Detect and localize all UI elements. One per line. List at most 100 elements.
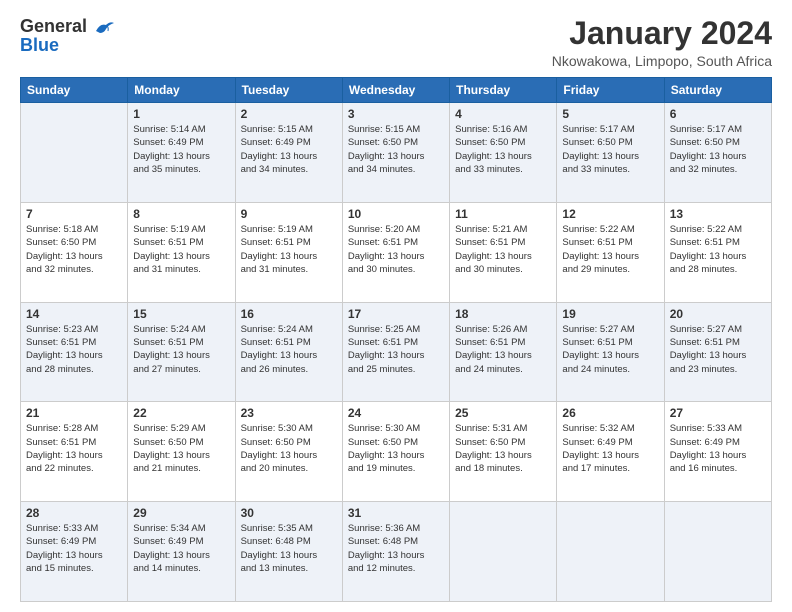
- day-info: Sunrise: 5:29 AM Sunset: 6:50 PM Dayligh…: [133, 422, 229, 475]
- day-info: Sunrise: 5:26 AM Sunset: 6:51 PM Dayligh…: [455, 323, 551, 376]
- day-info: Sunrise: 5:33 AM Sunset: 6:49 PM Dayligh…: [26, 522, 122, 575]
- day-number: 12: [562, 207, 658, 221]
- day-info: Sunrise: 5:25 AM Sunset: 6:51 PM Dayligh…: [348, 323, 444, 376]
- day-info: Sunrise: 5:32 AM Sunset: 6:49 PM Dayligh…: [562, 422, 658, 475]
- day-number: 6: [670, 107, 766, 121]
- table-row: 13 Sunrise: 5:22 AM Sunset: 6:51 PM Dayli…: [664, 202, 771, 302]
- table-row: 18 Sunrise: 5:26 AM Sunset: 6:51 PM Dayli…: [450, 302, 557, 402]
- day-number: 27: [670, 406, 766, 420]
- day-number: 30: [241, 506, 337, 520]
- table-row: 15 Sunrise: 5:24 AM Sunset: 6:51 PM Dayli…: [128, 302, 235, 402]
- day-info: Sunrise: 5:34 AM Sunset: 6:49 PM Dayligh…: [133, 522, 229, 575]
- day-number: 8: [133, 207, 229, 221]
- logo-general: General: [20, 16, 87, 36]
- header-tuesday: Tuesday: [235, 78, 342, 103]
- table-row: 26 Sunrise: 5:32 AM Sunset: 6:49 PM Dayli…: [557, 402, 664, 502]
- day-number: 13: [670, 207, 766, 221]
- page: General Blue January 2024 Nkowakowa, Lim…: [0, 0, 792, 612]
- day-number: 11: [455, 207, 551, 221]
- calendar-week-row: 1Sunrise: 5:14 AM Sunset: 6:49 PM Daylig…: [21, 103, 772, 203]
- day-info: Sunrise: 5:30 AM Sunset: 6:50 PM Dayligh…: [241, 422, 337, 475]
- day-number: 29: [133, 506, 229, 520]
- header-thursday: Thursday: [450, 78, 557, 103]
- day-info: Sunrise: 5:15 AM Sunset: 6:49 PM Dayligh…: [241, 123, 337, 176]
- header: General Blue January 2024 Nkowakowa, Lim…: [20, 16, 772, 69]
- title-block: January 2024 Nkowakowa, Limpopo, South A…: [552, 16, 772, 69]
- calendar-week-row: 7 Sunrise: 5:18 AM Sunset: 6:50 PM Daylig…: [21, 202, 772, 302]
- header-monday: Monday: [128, 78, 235, 103]
- table-row: [557, 502, 664, 602]
- day-number: 25: [455, 406, 551, 420]
- table-row: 22Sunrise: 5:29 AM Sunset: 6:50 PM Dayli…: [128, 402, 235, 502]
- day-info: Sunrise: 5:24 AM Sunset: 6:51 PM Dayligh…: [133, 323, 229, 376]
- table-row: 2Sunrise: 5:15 AM Sunset: 6:49 PM Daylig…: [235, 103, 342, 203]
- day-info: Sunrise: 5:23 AM Sunset: 6:51 PM Dayligh…: [26, 323, 122, 376]
- day-info: Sunrise: 5:17 AM Sunset: 6:50 PM Dayligh…: [670, 123, 766, 176]
- day-number: 31: [348, 506, 444, 520]
- day-info: Sunrise: 5:35 AM Sunset: 6:48 PM Dayligh…: [241, 522, 337, 575]
- day-info: Sunrise: 5:18 AM Sunset: 6:50 PM Dayligh…: [26, 223, 122, 276]
- table-row: 16Sunrise: 5:24 AM Sunset: 6:51 PM Dayli…: [235, 302, 342, 402]
- table-row: 10Sunrise: 5:20 AM Sunset: 6:51 PM Dayli…: [342, 202, 449, 302]
- day-number: 1: [133, 107, 229, 121]
- logo-bird-icon: [94, 19, 114, 37]
- table-row: 28Sunrise: 5:33 AM Sunset: 6:49 PM Dayli…: [21, 502, 128, 602]
- table-row: 8 Sunrise: 5:19 AM Sunset: 6:51 PM Daylig…: [128, 202, 235, 302]
- day-number: 15: [133, 307, 229, 321]
- day-number: 18: [455, 307, 551, 321]
- day-number: 23: [241, 406, 337, 420]
- table-row: 29 Sunrise: 5:34 AM Sunset: 6:49 PM Dayli…: [128, 502, 235, 602]
- header-wednesday: Wednesday: [342, 78, 449, 103]
- day-number: 17: [348, 307, 444, 321]
- table-row: 3 Sunrise: 5:15 AM Sunset: 6:50 PM Daylig…: [342, 103, 449, 203]
- table-row: 23 Sunrise: 5:30 AM Sunset: 6:50 PM Dayli…: [235, 402, 342, 502]
- table-row: 25 Sunrise: 5:31 AM Sunset: 6:50 PM Dayli…: [450, 402, 557, 502]
- day-number: 21: [26, 406, 122, 420]
- day-info: Sunrise: 5:27 AM Sunset: 6:51 PM Dayligh…: [670, 323, 766, 376]
- calendar-week-row: 21 Sunrise: 5:28 AM Sunset: 6:51 PM Dayli…: [21, 402, 772, 502]
- day-info: Sunrise: 5:33 AM Sunset: 6:49 PM Dayligh…: [670, 422, 766, 475]
- table-row: 24Sunrise: 5:30 AM Sunset: 6:50 PM Dayli…: [342, 402, 449, 502]
- table-row: [450, 502, 557, 602]
- table-row: 9Sunrise: 5:19 AM Sunset: 6:51 PM Daylig…: [235, 202, 342, 302]
- day-info: Sunrise: 5:15 AM Sunset: 6:50 PM Dayligh…: [348, 123, 444, 176]
- header-sunday: Sunday: [21, 78, 128, 103]
- table-row: 30 Sunrise: 5:35 AM Sunset: 6:48 PM Dayli…: [235, 502, 342, 602]
- day-number: 3: [348, 107, 444, 121]
- day-info: Sunrise: 5:20 AM Sunset: 6:51 PM Dayligh…: [348, 223, 444, 276]
- table-row: 7 Sunrise: 5:18 AM Sunset: 6:50 PM Daylig…: [21, 202, 128, 302]
- day-info: Sunrise: 5:30 AM Sunset: 6:50 PM Dayligh…: [348, 422, 444, 475]
- calendar-table: Sunday Monday Tuesday Wednesday Thursday…: [20, 77, 772, 602]
- day-number: 14: [26, 307, 122, 321]
- day-number: 26: [562, 406, 658, 420]
- day-info: Sunrise: 5:28 AM Sunset: 6:51 PM Dayligh…: [26, 422, 122, 475]
- day-number: 7: [26, 207, 122, 221]
- day-number: 19: [562, 307, 658, 321]
- table-row: 17 Sunrise: 5:25 AM Sunset: 6:51 PM Dayli…: [342, 302, 449, 402]
- table-row: 1Sunrise: 5:14 AM Sunset: 6:49 PM Daylig…: [128, 103, 235, 203]
- day-info: Sunrise: 5:36 AM Sunset: 6:48 PM Dayligh…: [348, 522, 444, 575]
- day-info: Sunrise: 5:22 AM Sunset: 6:51 PM Dayligh…: [562, 223, 658, 276]
- logo-blue: Blue: [20, 35, 59, 56]
- day-info: Sunrise: 5:22 AM Sunset: 6:51 PM Dayligh…: [670, 223, 766, 276]
- day-info: Sunrise: 5:19 AM Sunset: 6:51 PM Dayligh…: [133, 223, 229, 276]
- calendar-subtitle: Nkowakowa, Limpopo, South Africa: [552, 53, 772, 69]
- table-row: 4Sunrise: 5:16 AM Sunset: 6:50 PM Daylig…: [450, 103, 557, 203]
- day-number: 16: [241, 307, 337, 321]
- day-info: Sunrise: 5:27 AM Sunset: 6:51 PM Dayligh…: [562, 323, 658, 376]
- logo: General Blue: [20, 16, 114, 56]
- day-number: 9: [241, 207, 337, 221]
- header-friday: Friday: [557, 78, 664, 103]
- calendar-title: January 2024: [552, 16, 772, 51]
- table-row: 6 Sunrise: 5:17 AM Sunset: 6:50 PM Daylig…: [664, 103, 771, 203]
- table-row: 12 Sunrise: 5:22 AM Sunset: 6:51 PM Dayli…: [557, 202, 664, 302]
- calendar-week-row: 28Sunrise: 5:33 AM Sunset: 6:49 PM Dayli…: [21, 502, 772, 602]
- table-row: 14 Sunrise: 5:23 AM Sunset: 6:51 PM Dayli…: [21, 302, 128, 402]
- table-row: 27 Sunrise: 5:33 AM Sunset: 6:49 PM Dayli…: [664, 402, 771, 502]
- day-number: 5: [562, 107, 658, 121]
- day-info: Sunrise: 5:16 AM Sunset: 6:50 PM Dayligh…: [455, 123, 551, 176]
- calendar-week-row: 14 Sunrise: 5:23 AM Sunset: 6:51 PM Dayli…: [21, 302, 772, 402]
- table-row: 21 Sunrise: 5:28 AM Sunset: 6:51 PM Dayli…: [21, 402, 128, 502]
- day-info: Sunrise: 5:31 AM Sunset: 6:50 PM Dayligh…: [455, 422, 551, 475]
- table-row: 11Sunrise: 5:21 AM Sunset: 6:51 PM Dayli…: [450, 202, 557, 302]
